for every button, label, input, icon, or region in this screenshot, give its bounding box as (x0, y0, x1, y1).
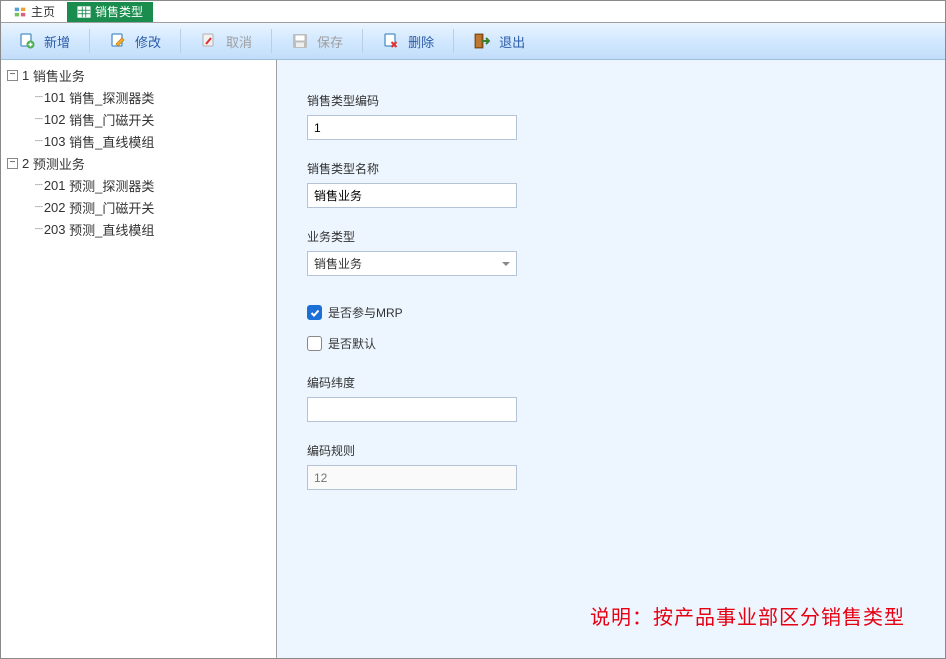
field-rule: 编码规则 (307, 442, 915, 490)
input-dim[interactable] (307, 397, 517, 422)
tree-code: 2 (22, 156, 29, 171)
edit-button-label: 修改 (135, 32, 161, 51)
collapse-icon[interactable]: − (7, 70, 18, 81)
field-biztype: 业务类型 销售业务 (307, 228, 915, 276)
note-text: 说明：按产品事业部区分销售类型 (590, 601, 905, 630)
tree-node-sales-102[interactable]: ┈ 102 销售_门磁开关 (1, 108, 276, 130)
tree-connector: ┈ (35, 111, 42, 127)
tree-node-forecast-201[interactable]: ┈ 201 预测_探测器类 (1, 174, 276, 196)
chevron-down-icon (502, 262, 510, 266)
edit-button[interactable]: 修改 (98, 27, 172, 55)
form-panel: 销售类型编码 销售类型名称 业务类型 销售业务 是否参与MRP 是否默认 (277, 60, 945, 658)
add-button-label: 新增 (44, 32, 70, 51)
tab-sales-type-label: 销售类型 (95, 3, 143, 20)
collapse-icon[interactable]: − (7, 158, 18, 169)
add-icon (18, 32, 36, 50)
grid-icon (77, 5, 91, 19)
tree-code: 202 (44, 200, 66, 215)
toolbar-separator (89, 29, 90, 53)
toolbar-separator (453, 29, 454, 53)
cancel-icon (200, 32, 218, 50)
tree-connector: ┈ (35, 89, 42, 105)
toolbar: 新增 修改 取消 保存 删除 退出 (1, 23, 945, 60)
tree-node-sales-103[interactable]: ┈ 103 销售_直线模组 (1, 130, 276, 152)
label-dim: 编码纬度 (307, 374, 915, 391)
tree-connector: ┈ (35, 221, 42, 237)
tree-label: 销售_门磁开关 (69, 110, 154, 129)
tree-code: 1 (22, 68, 29, 83)
delete-button-label: 删除 (408, 32, 434, 51)
tree-label: 预测_探测器类 (69, 176, 154, 195)
edit-icon (109, 32, 127, 50)
tree-label: 销售_探测器类 (69, 88, 154, 107)
tree-node-sales-101[interactable]: ┈ 101 销售_探测器类 (1, 86, 276, 108)
home-icon (13, 5, 27, 19)
field-name: 销售类型名称 (307, 160, 915, 208)
field-code: 销售类型编码 (307, 92, 915, 140)
tree-code: 102 (44, 112, 66, 127)
field-dim: 编码纬度 (307, 374, 915, 422)
input-rule[interactable] (307, 465, 517, 490)
field-default[interactable]: 是否默认 (307, 335, 915, 352)
tree-node-sales[interactable]: − 1 销售业务 (1, 64, 276, 86)
checkbox-mrp[interactable] (307, 305, 322, 320)
tree-label: 销售业务 (33, 66, 85, 85)
cancel-button: 取消 (189, 27, 263, 55)
tree-label: 预测_门磁开关 (69, 198, 154, 217)
toolbar-separator (271, 29, 272, 53)
exit-icon (473, 32, 491, 50)
tree-code: 203 (44, 222, 66, 237)
save-button: 保存 (280, 27, 354, 55)
cancel-button-label: 取消 (226, 32, 252, 51)
tree-connector: ┈ (35, 177, 42, 193)
label-code: 销售类型编码 (307, 92, 915, 109)
exit-button-label: 退出 (499, 32, 525, 51)
main-area: − 1 销售业务 ┈ 101 销售_探测器类 ┈ 102 销售_门磁开关 ┈ 1… (1, 60, 945, 658)
tree-code: 101 (44, 90, 66, 105)
label-mrp: 是否参与MRP (328, 304, 403, 321)
tree-node-forecast-203[interactable]: ┈ 203 预测_直线模组 (1, 218, 276, 240)
tree-label: 预测业务 (33, 154, 85, 173)
select-biztype[interactable]: 销售业务 (307, 251, 517, 276)
tree-connector: ┈ (35, 199, 42, 215)
tab-sales-type[interactable]: 销售类型 (67, 2, 153, 22)
tree-code: 201 (44, 178, 66, 193)
tree-label: 预测_直线模组 (69, 220, 154, 239)
toolbar-separator (180, 29, 181, 53)
checkbox-default[interactable] (307, 336, 322, 351)
add-button[interactable]: 新增 (7, 27, 81, 55)
tree-node-forecast-202[interactable]: ┈ 202 预测_门磁开关 (1, 196, 276, 218)
tab-home-label: 主页 (31, 3, 55, 20)
label-default: 是否默认 (328, 335, 376, 352)
save-icon (291, 32, 309, 50)
tab-home[interactable]: 主页 (3, 2, 65, 22)
toolbar-separator (362, 29, 363, 53)
label-name: 销售类型名称 (307, 160, 915, 177)
tree-code: 103 (44, 134, 66, 149)
label-rule: 编码规则 (307, 442, 915, 459)
delete-icon (382, 32, 400, 50)
label-biztype: 业务类型 (307, 228, 915, 245)
tab-bar: 主页 销售类型 (1, 1, 945, 23)
exit-button[interactable]: 退出 (462, 27, 536, 55)
select-biztype-value: 销售业务 (314, 255, 362, 272)
input-code[interactable] (307, 115, 517, 140)
tree-connector: ┈ (35, 133, 42, 149)
input-name[interactable] (307, 183, 517, 208)
field-mrp[interactable]: 是否参与MRP (307, 304, 915, 321)
tree-label: 销售_直线模组 (69, 132, 154, 151)
tree-node-forecast[interactable]: − 2 预测业务 (1, 152, 276, 174)
delete-button[interactable]: 删除 (371, 27, 445, 55)
tree-panel: − 1 销售业务 ┈ 101 销售_探测器类 ┈ 102 销售_门磁开关 ┈ 1… (1, 60, 277, 658)
save-button-label: 保存 (317, 32, 343, 51)
